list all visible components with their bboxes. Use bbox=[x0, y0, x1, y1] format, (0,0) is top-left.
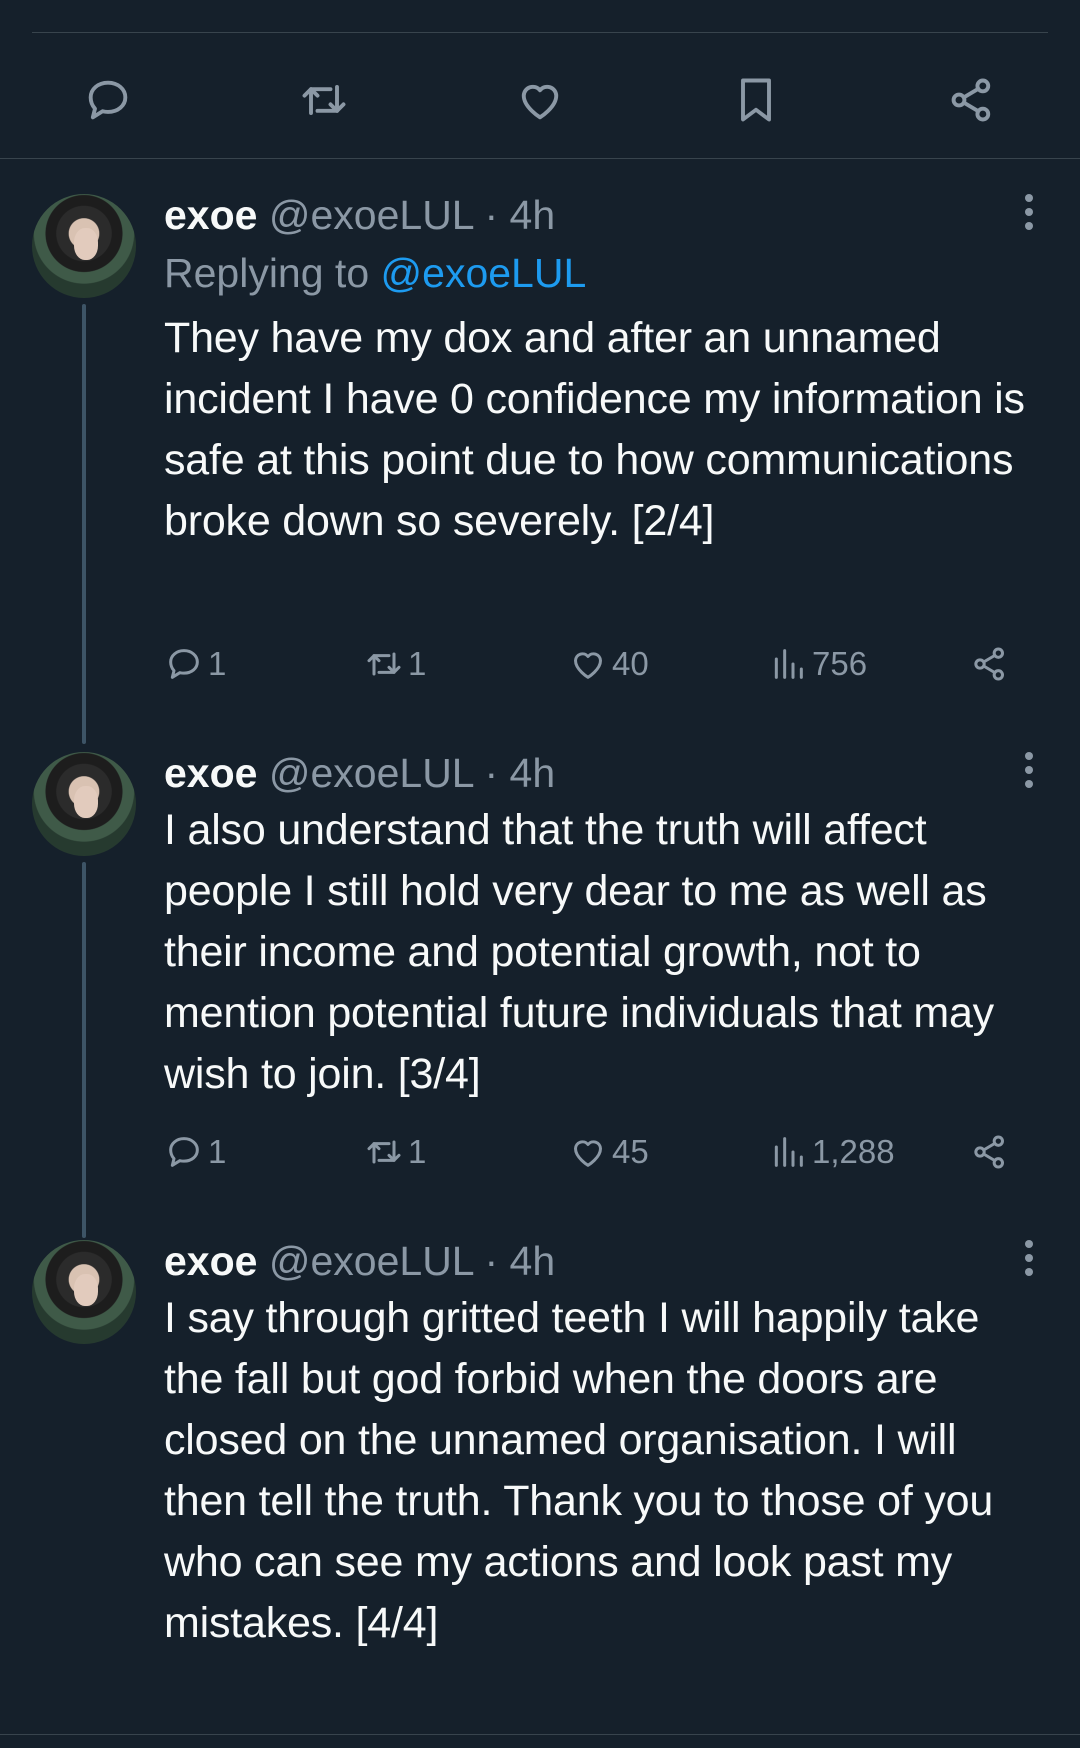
section-divider bbox=[0, 158, 1080, 159]
retweet-count: 1 bbox=[408, 1133, 427, 1170]
bookmark-button[interactable] bbox=[726, 70, 786, 130]
timestamp[interactable]: · 4h bbox=[485, 1238, 556, 1284]
mention-link[interactable]: @exoeLUL bbox=[381, 250, 587, 296]
replying-to: Replying to @exoeLUL bbox=[164, 248, 1038, 298]
thread-line bbox=[82, 304, 86, 744]
reply-icon bbox=[88, 80, 128, 120]
user-handle[interactable]: @exoeLUL bbox=[269, 750, 473, 796]
tweet-text: I say through gritted teeth I will happi… bbox=[164, 1294, 994, 1647]
tweet-header: exoe @exoeLUL · 4h bbox=[164, 190, 1038, 240]
thread-line bbox=[82, 862, 86, 1238]
retweet-count-button[interactable]: 1 bbox=[364, 1132, 426, 1172]
retweet-icon bbox=[302, 85, 346, 115]
tweet-metrics: 1 1 45 1,288 bbox=[164, 1132, 1038, 1180]
retweet-count: 1 bbox=[408, 645, 427, 682]
views-icon bbox=[774, 1137, 803, 1167]
bottom-divider bbox=[0, 1734, 1080, 1735]
tweet-header: exoe @exoeLUL · 4h bbox=[164, 748, 1038, 798]
timestamp[interactable]: · 4h bbox=[485, 192, 556, 238]
display-name[interactable]: exoe bbox=[164, 192, 257, 238]
user-handle[interactable]: @exoeLUL bbox=[269, 192, 473, 238]
reply-count: 1 bbox=[208, 645, 227, 682]
retweet-button[interactable] bbox=[294, 70, 354, 130]
tweet-metrics: 1 1 40 756 bbox=[164, 644, 1038, 692]
like-button[interactable] bbox=[510, 70, 570, 130]
views-count-button[interactable]: 756 bbox=[768, 644, 867, 684]
share-icon bbox=[974, 1135, 1004, 1169]
retweet-count-button[interactable]: 1 bbox=[364, 644, 426, 684]
views-icon bbox=[774, 649, 803, 679]
reply-button[interactable] bbox=[78, 70, 138, 130]
main-tweet-action-bar bbox=[0, 62, 1080, 132]
replying-prefix: Replying to bbox=[164, 250, 370, 296]
reply-count-button[interactable]: 1 bbox=[164, 644, 226, 684]
avatar[interactable] bbox=[32, 1240, 136, 1344]
tweet-header: exoe @exoeLUL · 4h bbox=[164, 1236, 1038, 1286]
tweet-text: I also understand that the truth will af… bbox=[164, 806, 994, 1098]
share-button[interactable] bbox=[970, 1132, 1014, 1172]
reply-icon bbox=[169, 649, 199, 679]
avatar[interactable] bbox=[32, 752, 136, 856]
tweet-text: They have my dox and after an unnamed in… bbox=[164, 314, 1025, 545]
like-count: 45 bbox=[612, 1133, 649, 1170]
like-icon bbox=[574, 652, 602, 679]
share-icon bbox=[974, 647, 1004, 681]
display-name[interactable]: exoe bbox=[164, 1238, 257, 1284]
avatar[interactable] bbox=[32, 194, 136, 298]
retweet-icon bbox=[367, 1140, 401, 1164]
views-count: 1,288 bbox=[812, 1133, 895, 1170]
like-icon bbox=[521, 84, 559, 120]
like-count-button[interactable]: 45 bbox=[568, 1132, 649, 1172]
user-handle[interactable]: @exoeLUL bbox=[269, 1238, 473, 1284]
like-count: 40 bbox=[612, 645, 649, 682]
share-button[interactable] bbox=[970, 644, 1014, 684]
share-button[interactable] bbox=[942, 70, 1002, 130]
views-count: 756 bbox=[812, 645, 868, 682]
top-divider bbox=[32, 32, 1048, 33]
bookmark-icon bbox=[741, 78, 771, 122]
like-count-button[interactable]: 40 bbox=[568, 644, 649, 684]
display-name[interactable]: exoe bbox=[164, 750, 257, 796]
reply-count: 1 bbox=[208, 1133, 227, 1170]
views-count-button[interactable]: 1,288 bbox=[768, 1132, 895, 1172]
retweet-icon bbox=[367, 652, 401, 676]
like-icon bbox=[574, 1140, 602, 1167]
reply-count-button[interactable]: 1 bbox=[164, 1132, 226, 1172]
share-icon bbox=[951, 78, 991, 122]
timestamp[interactable]: · 4h bbox=[485, 750, 556, 796]
reply-icon bbox=[169, 1137, 199, 1167]
